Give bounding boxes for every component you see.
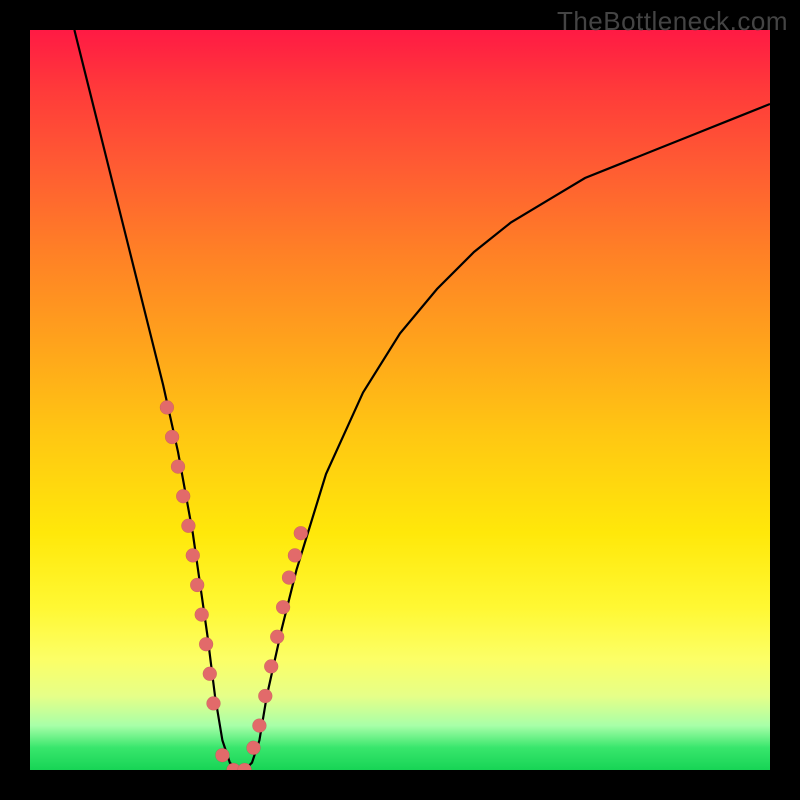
marker-dot [199,637,213,651]
marker-dot [294,526,308,540]
marker-dot [176,489,190,503]
chart-svg-overlay [30,30,770,770]
marker-dot [264,659,278,673]
marker-dot [186,548,200,562]
marker-dot [165,430,179,444]
marker-dot [181,519,195,533]
marker-dot [282,571,296,585]
marker-dot [203,667,217,681]
marker-dot [276,600,290,614]
marker-dot [270,630,284,644]
marker-dot [171,460,185,474]
marker-group [160,400,308,770]
chart-plot-area [30,30,770,770]
marker-dot [207,696,221,710]
marker-dot [252,719,266,733]
marker-dot [215,748,229,762]
marker-dot [288,548,302,562]
marker-dot [247,741,261,755]
marker-dot [258,689,272,703]
watermark-text: TheBottleneck.com [557,6,788,37]
marker-dot [195,608,209,622]
marker-dot [160,400,174,414]
bottleneck-curve-path [74,30,770,770]
marker-dot [190,578,204,592]
